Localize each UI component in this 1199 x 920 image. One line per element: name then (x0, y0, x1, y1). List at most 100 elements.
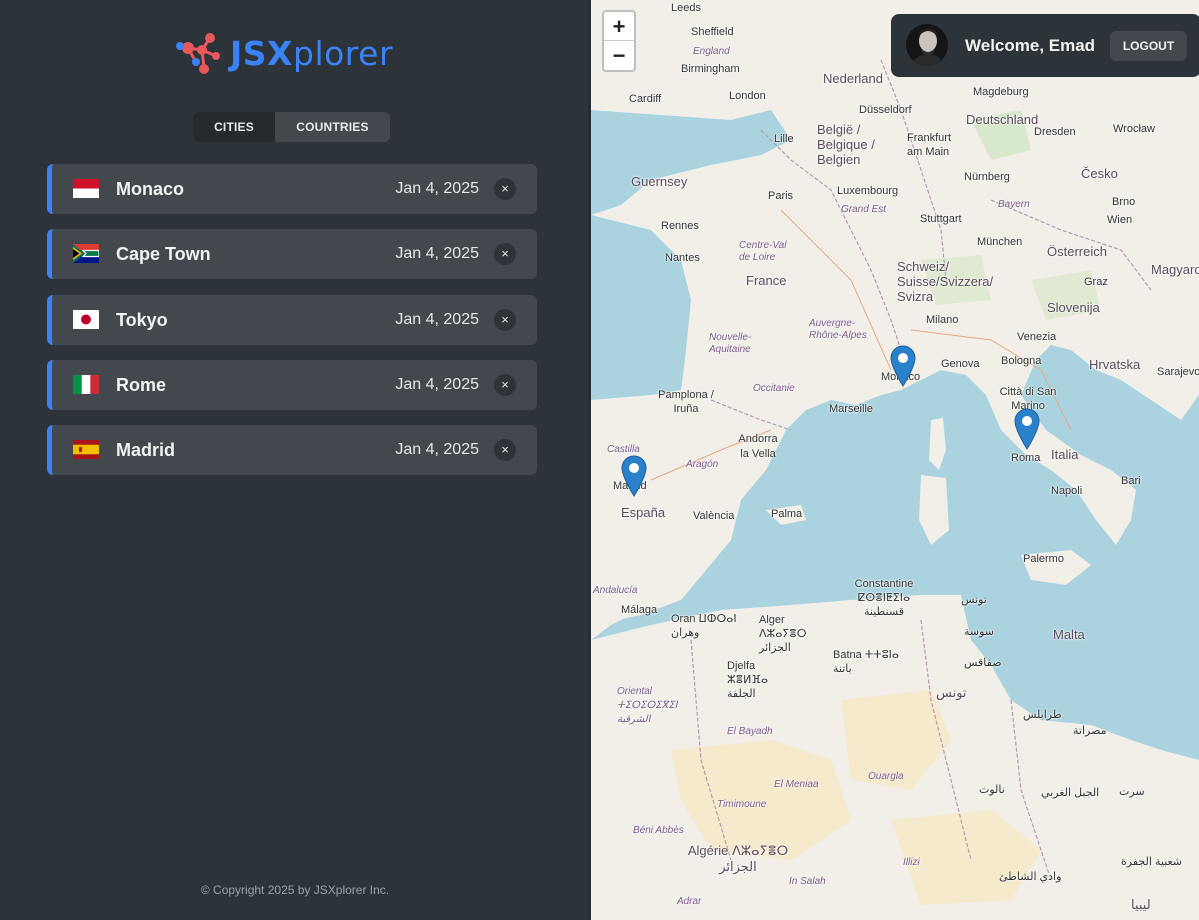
tab-switcher: CITIES COUNTRIES (193, 112, 390, 142)
tab-cities[interactable]: CITIES (193, 112, 275, 142)
map-label-rennes: Rennes (661, 220, 699, 232)
map-label-palermo: Palermo (1023, 553, 1064, 565)
map-label-valencia: València (693, 510, 735, 522)
map-label-italia: Italia (1051, 447, 1079, 462)
south-africa-flag-icon (73, 244, 99, 264)
map-label-bari: Bari (1121, 475, 1141, 487)
map-label-slovenija: Slovenija (1047, 300, 1100, 315)
map-label-tunisia: تونس (936, 685, 967, 700)
map-label-misrata: مصراتة (1073, 725, 1107, 737)
map-label-aragon: Aragón (686, 459, 719, 470)
city-item-tokyo[interactable]: Tokyo Jan 4, 2025 × (47, 294, 537, 345)
map-label-birmingham: Birmingham (681, 63, 740, 75)
map-label-malta: Malta (1053, 627, 1085, 642)
map-label-andorra: Andorra la Vella (738, 433, 778, 460)
city-item-madrid[interactable]: Madrid Jan 4, 2025 × (47, 425, 537, 476)
city-name: Monaco (116, 179, 185, 199)
map-label-frankfurt: Frankfurt am Main (907, 132, 952, 158)
map-label-espana: España (621, 505, 666, 520)
map-label-insalah: In Salah (789, 876, 826, 887)
tab-countries[interactable]: COUNTRIES (275, 112, 390, 142)
map-label-sousse: سوسة (964, 626, 995, 638)
map-label-guernsey: Guernsey (631, 174, 688, 189)
delete-button[interactable]: × (494, 308, 516, 331)
map-label-palma: Palma (771, 508, 803, 520)
user-panel: Welcome, Emad LOGOUT (891, 14, 1199, 77)
map-label-malaga: Málaga (621, 604, 658, 616)
map-label-jabal: الجبل الغربي (1041, 787, 1100, 799)
map-marker-rome[interactable] (1014, 408, 1040, 450)
map-label-lille: Lille (774, 133, 794, 145)
map-label-magdeburg: Magdeburg (973, 86, 1029, 98)
japan-flag-icon (73, 309, 99, 329)
map-label-nederland: Nederland (823, 71, 883, 86)
map-label-jufra: شعبية الجفرة (1121, 856, 1183, 868)
map-label-sfax: صفاقس (964, 657, 1002, 669)
city-date: Jan 4, 2025 (395, 375, 479, 393)
avatar (906, 24, 948, 66)
sidebar: JSXplorer CITIES COUNTRIES Monaco Jan 4,… (0, 0, 590, 920)
molecule-logo-icon (176, 33, 220, 74)
map-label-roma: Roma (1011, 452, 1041, 464)
map-label-pamplona: Pamplona / Iruña (658, 389, 714, 415)
app-logo[interactable]: JSXplorer (174, 30, 393, 76)
map-label-alwadi: وادي الشاطئ (999, 871, 1062, 883)
delete-button[interactable]: × (494, 439, 516, 462)
map-label-timimoune: Timimoune (717, 799, 767, 810)
map-label-muenchen: München (977, 236, 1023, 248)
map-label-sarajevo: Sarajevo (1157, 366, 1199, 378)
map-label-cesko: Česko (1081, 166, 1118, 181)
map-label-libya: ليبيا (1131, 897, 1151, 912)
map-label-france: France (746, 273, 787, 288)
zoom-out-button[interactable]: − (604, 41, 634, 70)
city-item-monaco[interactable]: Monaco Jan 4, 2025 × (47, 164, 537, 214)
map-label-elbayadh: El Bayadh (727, 726, 773, 737)
map-label-illizi: Illizi (903, 857, 920, 868)
user-avatar-icon (906, 24, 948, 66)
city-date: Jan 4, 2025 (395, 441, 479, 459)
map-label-elmeniaa: El Meniaa (774, 779, 819, 790)
map-label-venezia: Venezia (1017, 331, 1057, 343)
map-label-london: London (729, 90, 766, 102)
map-label-wroclaw: Wrocław (1113, 123, 1155, 135)
map-label-bologna: Bologna (1001, 355, 1042, 367)
map-label-milano: Milano (926, 314, 959, 326)
city-name: Rome (116, 374, 167, 395)
map-label-paris: Paris (768, 190, 794, 202)
map-label-england: England (693, 46, 730, 57)
map-marker-monaco[interactable] (890, 345, 916, 387)
city-list: Monaco Jan 4, 2025 × Cape Town Jan 4, 20… (47, 164, 537, 490)
map-label-cardiff: Cardiff (629, 93, 662, 105)
map-label-genova: Genova (941, 358, 980, 370)
map-label-wien: Wien (1107, 214, 1133, 226)
delete-button[interactable]: × (494, 178, 516, 200)
map-label-nantes: Nantes (665, 252, 700, 264)
map-label-sheffield: Sheffield (691, 26, 734, 38)
map-label-sirte: سرت (1119, 786, 1145, 798)
logo-text: JSXplorer (230, 33, 394, 73)
map-label-nurnberg: Nürnberg (964, 171, 1010, 183)
map-label-osterreich: Österreich (1047, 244, 1107, 259)
city-item-rome[interactable]: Rome Jan 4, 2025 × (47, 359, 537, 410)
zoom-in-button[interactable]: + (604, 12, 634, 41)
map-label-nouvelle: Nouvelle- Aquitaine (709, 332, 752, 355)
city-name: Madrid (116, 440, 176, 461)
welcome-text: Welcome, Emad (965, 36, 1096, 55)
map-view[interactable]: Leeds Sheffield England Birmingham Cardi… (591, 0, 1199, 920)
map-label-hrvatska: Hrvatska (1089, 357, 1141, 372)
delete-button[interactable]: × (494, 243, 516, 266)
logout-button[interactable]: LOGOUT (1110, 31, 1187, 61)
monaco-flag-icon (73, 179, 99, 198)
map-label-marseille: Marseille (829, 403, 874, 415)
map-label-tunis: تونس (961, 594, 987, 606)
city-name: Tokyo (116, 309, 168, 330)
map-label-andalucia: Andalucía (593, 585, 638, 596)
city-item-cape-town[interactable]: Cape Town Jan 4, 2025 × (47, 229, 537, 280)
map-label-grandest: Grand Est (841, 204, 887, 215)
map-label-belgie: België / Belgique / Belgien (817, 122, 875, 167)
delete-button[interactable]: × (494, 373, 516, 396)
map-label-dusseldorf: Düsseldorf (859, 104, 912, 116)
map-label-centreval: Centre-Val de Loire (739, 240, 787, 263)
map-marker-madrid[interactable] (621, 455, 647, 497)
map-label-batna: Batna ⵜⵜⵓⵏⴰ باتنة (833, 649, 900, 675)
